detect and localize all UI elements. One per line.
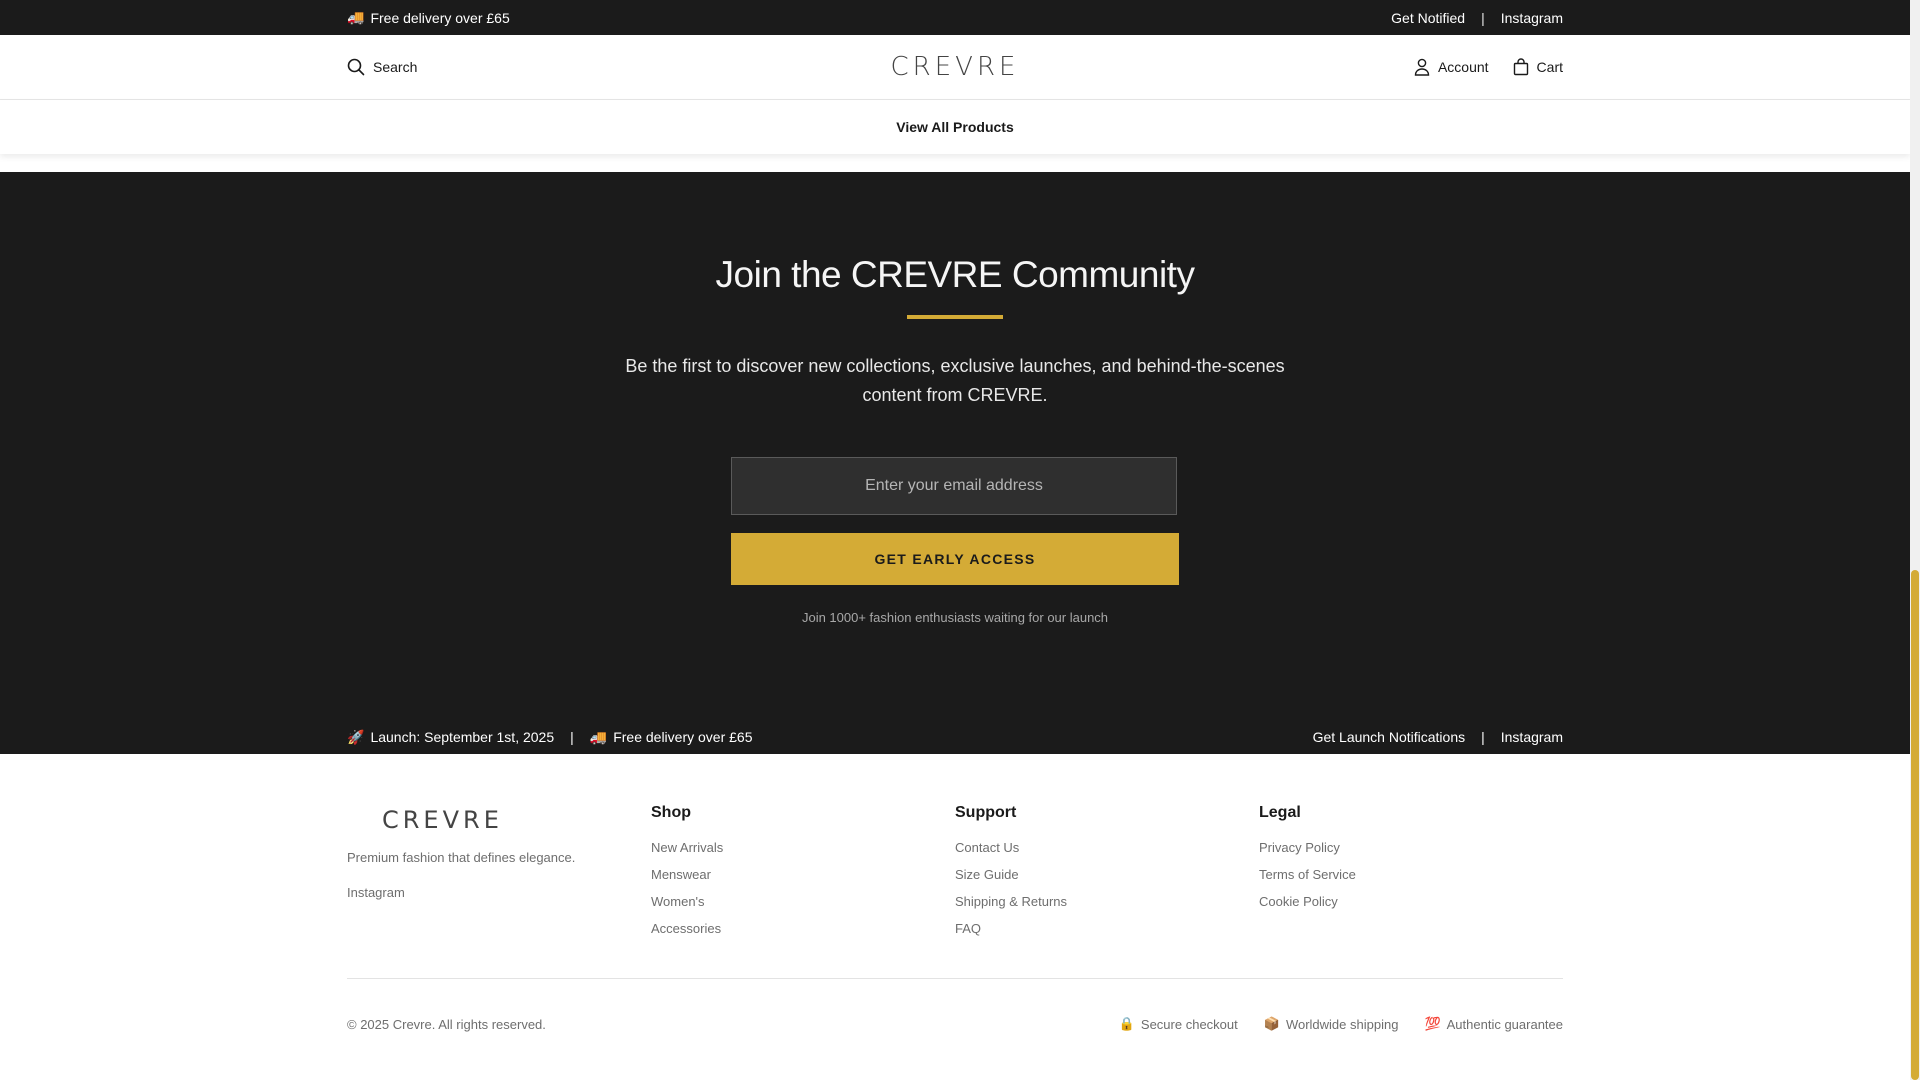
category-nav: View All Products xyxy=(0,100,1910,154)
rocket-icon: 🚀 xyxy=(347,728,365,745)
launch-info-bar: 🚀 Launch: September 1st, 2025 | 🚚 Free d… xyxy=(0,720,1910,754)
delivery-text: Free delivery over £65 xyxy=(370,9,510,26)
worldwide-shipping-badge: 📦 Worldwide shipping xyxy=(1264,1016,1399,1032)
account-label: Account xyxy=(1437,59,1489,75)
footer-link-menswear[interactable]: Menswear xyxy=(651,867,955,882)
get-early-access-button[interactable]: GET EARLY ACCESS xyxy=(731,533,1179,585)
footer-column-heading: Support xyxy=(955,804,1017,821)
site-header: Search CREVRE Account Cart xyxy=(0,35,1910,100)
cart-button[interactable]: Cart xyxy=(1513,58,1563,76)
footer-link-contact-us[interactable]: Contact Us xyxy=(955,840,1259,855)
delivery-truck-icon: 🚚 xyxy=(589,728,608,745)
separator: | xyxy=(1481,729,1485,745)
community-description: Be the first to discover new collections… xyxy=(625,356,1285,405)
footer-logo[interactable]: CREVRE xyxy=(382,806,651,834)
footer-link-faq[interactable]: FAQ xyxy=(955,921,1259,936)
footer-column-support: Support Contact Us Size Guide Shipping &… xyxy=(955,804,1259,948)
site-logo[interactable]: CREVRE xyxy=(891,52,1020,82)
footer-link-privacy-policy[interactable]: Privacy Policy xyxy=(1259,840,1563,855)
footer-link-accessories[interactable]: Accessories xyxy=(651,921,955,936)
copyright-text: © 2025 Crevre. All rights reserved. xyxy=(347,1016,546,1032)
site-footer: CREVRE Premium fashion that defines eleg… xyxy=(0,754,1910,1080)
footer-tagline: Premium fashion that defines elegance. xyxy=(347,850,576,865)
separator: | xyxy=(1481,9,1485,26)
footer-brand: CREVRE Premium fashion that defines eleg… xyxy=(347,804,651,948)
search-button[interactable]: Search xyxy=(347,58,417,76)
hundred-points-icon: 💯 xyxy=(1424,1016,1441,1031)
user-icon xyxy=(1414,58,1430,76)
separator: | xyxy=(570,729,574,745)
badge-label: Authentic guarantee xyxy=(1446,1016,1563,1032)
footer-divider xyxy=(347,978,1563,979)
spacer xyxy=(0,154,1910,172)
footer-column-heading: Shop xyxy=(651,804,691,821)
footer-link-terms-of-service[interactable]: Terms of Service xyxy=(1259,867,1563,882)
get-notified-link[interactable]: Get Notified xyxy=(1391,10,1465,26)
instagram-link[interactable]: Instagram xyxy=(1501,729,1563,745)
shopping-bag-icon xyxy=(1513,58,1529,76)
authentic-guarantee-badge: 💯 Authentic guarantee xyxy=(1424,1016,1563,1032)
footer-column-shop: Shop New Arrivals Menswear Women's Acces… xyxy=(651,804,955,948)
announcement-bar: 🚚 Free delivery over £65 Get Notified | … xyxy=(0,0,1910,35)
page-scrollbar[interactable] xyxy=(1910,0,1920,1080)
cart-label: Cart xyxy=(1536,59,1563,75)
footer-column-heading: Legal xyxy=(1259,804,1301,821)
footer-link-cookie-policy[interactable]: Cookie Policy xyxy=(1259,894,1563,909)
search-icon xyxy=(347,58,365,76)
email-input[interactable] xyxy=(731,457,1177,515)
delivery-announcement: 🚚 Free delivery over £65 xyxy=(347,9,510,26)
footer-link-new-arrivals[interactable]: New Arrivals xyxy=(651,840,955,855)
community-note: Join 1000+ fashion enthusiasts waiting f… xyxy=(801,610,1109,625)
footer-bottom: © 2025 Crevre. All rights reserved. 🔒 Se… xyxy=(347,1016,1563,1032)
scrollbar-thumb[interactable] xyxy=(1911,570,1919,1080)
secure-checkout-badge: 🔒 Secure checkout xyxy=(1119,1016,1238,1032)
community-title: Join the CREVRE Community xyxy=(715,254,1195,295)
title-underline xyxy=(907,315,1003,319)
package-icon: 📦 xyxy=(1263,1016,1280,1031)
account-button[interactable]: Account xyxy=(1414,58,1489,76)
footer-link-shipping-returns[interactable]: Shipping & Returns xyxy=(955,894,1259,909)
footer-link-size-guide[interactable]: Size Guide xyxy=(955,867,1259,882)
get-launch-notifications-link[interactable]: Get Launch Notifications xyxy=(1313,729,1466,745)
search-label: Search xyxy=(373,59,418,75)
footer-instagram-link[interactable]: Instagram xyxy=(347,885,651,900)
badge-label: Secure checkout xyxy=(1140,1016,1238,1032)
instagram-link[interactable]: Instagram xyxy=(1501,10,1563,26)
launch-date-text: Launch: September 1st, 2025 xyxy=(370,729,555,745)
view-all-products-link[interactable]: View All Products xyxy=(896,119,1013,135)
delivery-text: Free delivery over £65 xyxy=(613,729,753,745)
page: 🚚 Free delivery over £65 Get Notified | … xyxy=(0,0,1910,1080)
footer-column-legal: Legal Privacy Policy Terms of Service Co… xyxy=(1259,804,1563,948)
badge-label: Worldwide shipping xyxy=(1285,1016,1399,1032)
community-section: Join the CREVRE Community Be the first t… xyxy=(0,172,1910,754)
footer-link-womens[interactable]: Women's xyxy=(651,894,955,909)
lock-icon: 🔒 xyxy=(1118,1016,1135,1031)
delivery-truck-icon: 🚚 xyxy=(347,9,365,25)
